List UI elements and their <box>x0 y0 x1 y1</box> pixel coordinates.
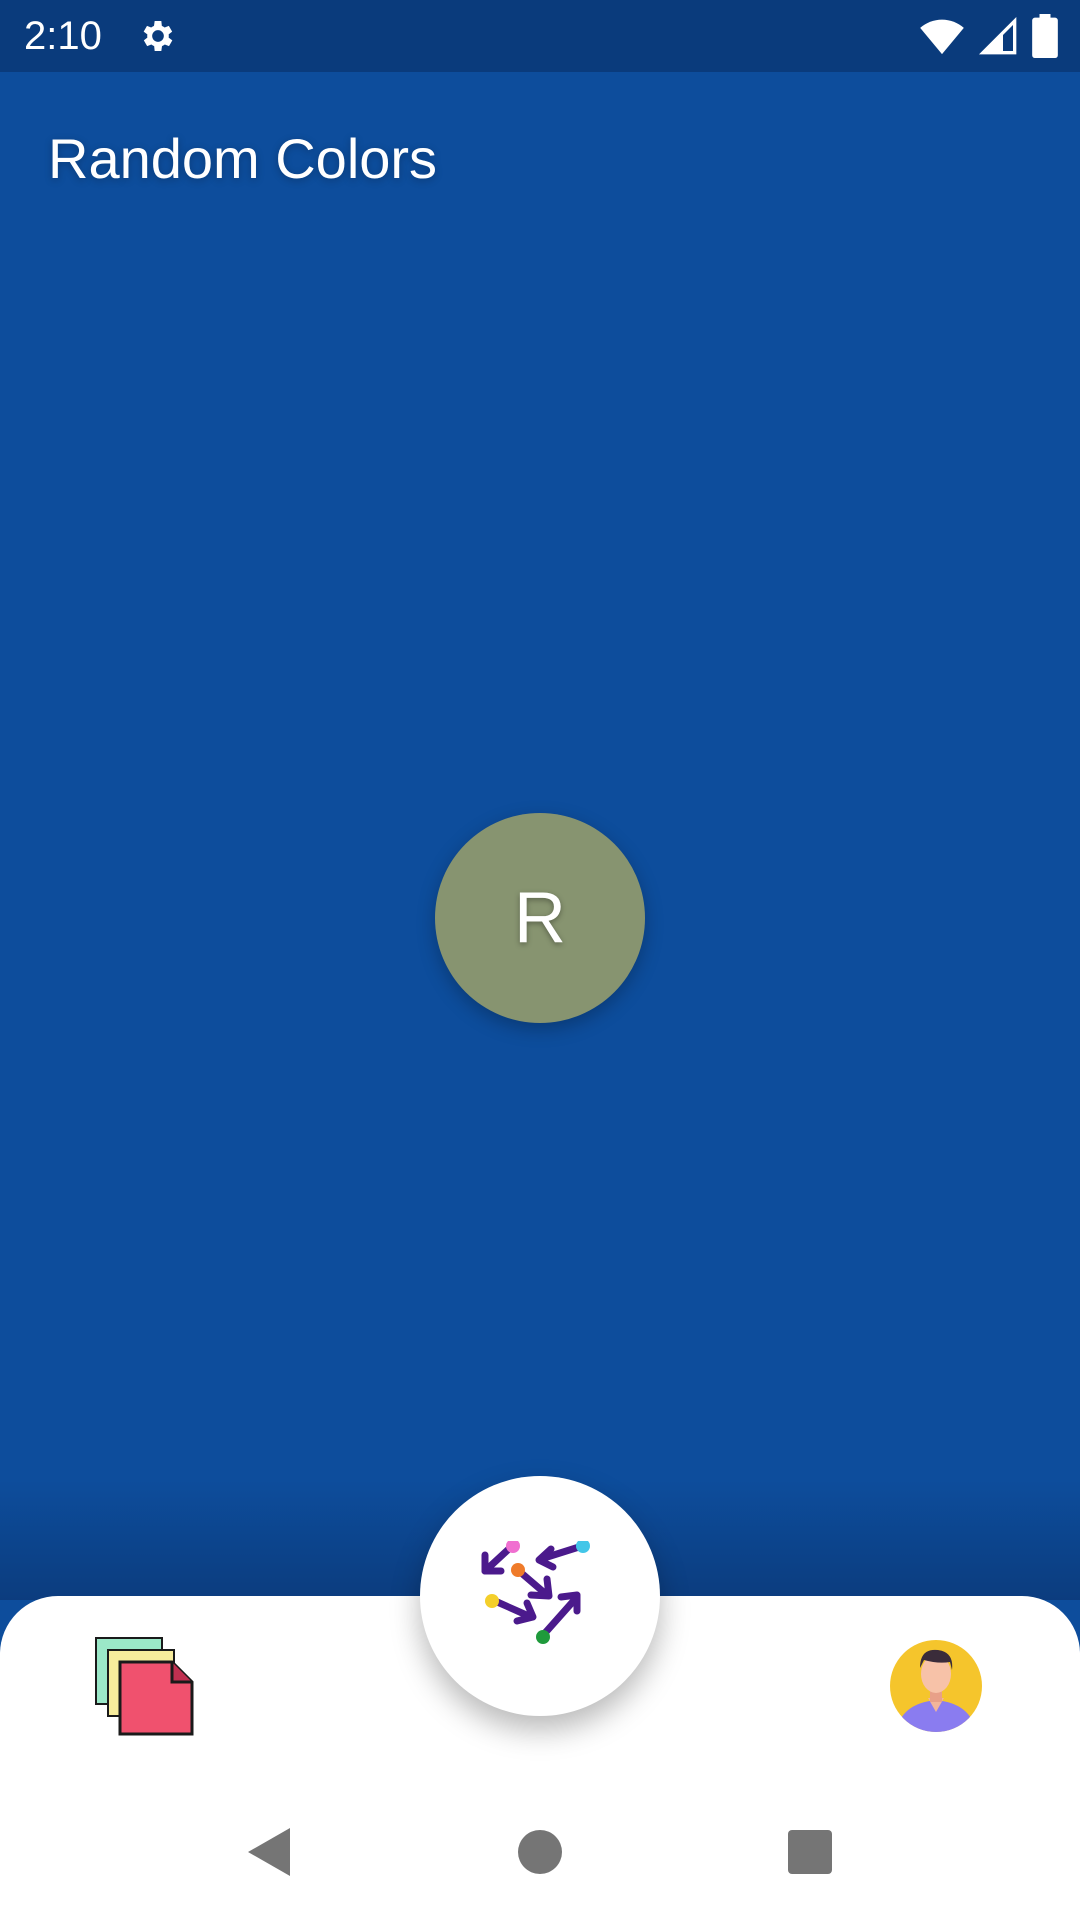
back-icon[interactable] <box>240 1822 300 1882</box>
avatar-letter: R <box>514 878 566 958</box>
status-time: 2:10 <box>24 14 102 58</box>
page-title: Random Colors <box>48 127 438 190</box>
status-icons <box>920 14 1058 58</box>
home-icon[interactable] <box>510 1822 570 1882</box>
random-arrows-icon <box>481 1541 590 1644</box>
wifi-icon <box>920 19 964 55</box>
stacked-colors-icon[interactable] <box>94 1636 194 1736</box>
cell-signal-icon <box>978 16 1017 55</box>
user-profile-icon[interactable] <box>888 1638 984 1734</box>
system-nav-bar <box>0 1800 1080 1920</box>
color-avatar[interactable]: R <box>435 813 645 1023</box>
random-fab-button[interactable] <box>420 1476 660 1716</box>
screen: 2:10 Random Colors R <box>0 0 1080 1920</box>
status-bar: 2:10 <box>0 0 1080 72</box>
recents-icon[interactable] <box>780 1822 840 1882</box>
battery-icon <box>1032 14 1058 58</box>
settings-gear-icon <box>143 21 173 51</box>
